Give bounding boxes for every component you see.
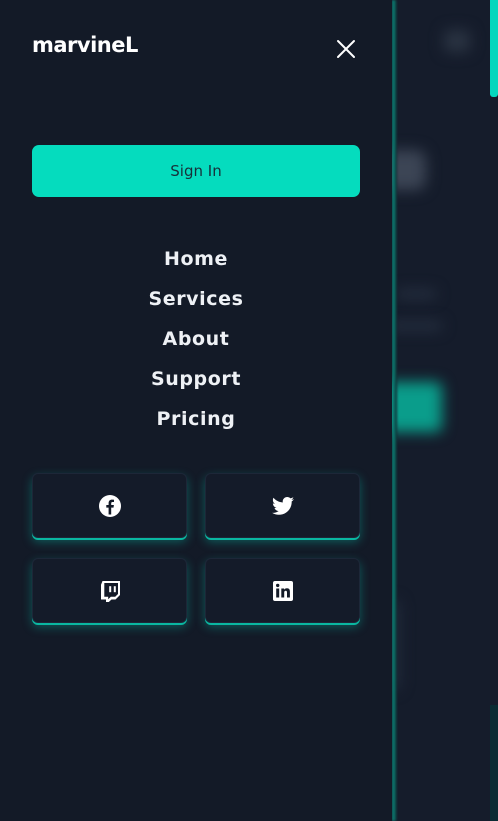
scrollbar-thumb[interactable] bbox=[490, 0, 498, 97]
nav-item-support[interactable]: Support bbox=[0, 359, 392, 399]
nav-item-about[interactable]: About bbox=[0, 319, 392, 359]
facebook-icon bbox=[98, 494, 121, 517]
page: marvineL Sign In Home Services About Sup… bbox=[0, 0, 498, 821]
nav-item-pricing[interactable]: Pricing bbox=[0, 399, 392, 439]
sign-in-button[interactable]: Sign In bbox=[32, 145, 360, 197]
linkedin-icon bbox=[272, 580, 293, 601]
twitch-icon bbox=[100, 580, 120, 602]
close-button[interactable] bbox=[334, 37, 358, 61]
brand-logo[interactable]: marvineL bbox=[32, 33, 138, 57]
close-icon bbox=[337, 40, 355, 58]
twitter-button[interactable] bbox=[205, 473, 360, 538]
drawer-edge-glow bbox=[392, 0, 397, 821]
mobile-nav-drawer: marvineL Sign In Home Services About Sup… bbox=[0, 0, 392, 821]
twitch-button[interactable] bbox=[32, 558, 187, 623]
nav-item-services[interactable]: Services bbox=[0, 279, 392, 319]
scrollbar-track-lower bbox=[490, 705, 498, 821]
facebook-button[interactable] bbox=[32, 473, 187, 538]
linkedin-button[interactable] bbox=[205, 558, 360, 623]
background-page bbox=[392, 0, 498, 821]
nav-menu: Home Services About Support Pricing bbox=[0, 239, 392, 439]
nav-item-home[interactable]: Home bbox=[0, 239, 392, 279]
twitter-icon bbox=[271, 496, 294, 515]
